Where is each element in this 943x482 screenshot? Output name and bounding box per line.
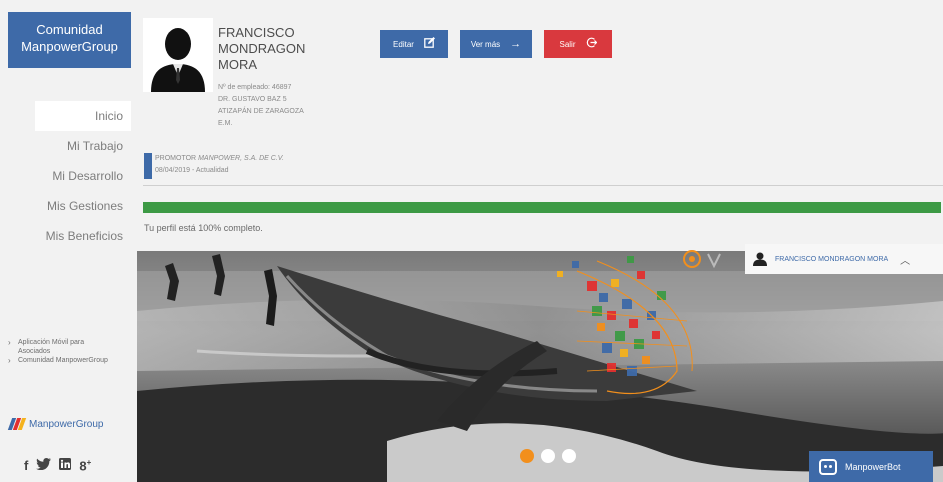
nav-item-mi-trabajo[interactable]: Mi Trabajo	[0, 131, 131, 161]
employee-number: Nº de empleado: 46897	[218, 84, 292, 91]
nav-item-mis-beneficios[interactable]: Mis Beneficios	[0, 221, 131, 251]
linkedin-icon[interactable]	[59, 458, 72, 473]
user-icon	[753, 252, 767, 266]
logo-text: ManpowerGroup	[29, 418, 104, 430]
chevron-right-icon: ›	[8, 356, 11, 365]
carousel-dots	[520, 449, 576, 463]
logout-icon	[586, 37, 597, 51]
address-line-3: E.M.	[218, 120, 233, 127]
nav-item-mi-desarrollo[interactable]: Mi Desarrollo	[0, 161, 131, 191]
address-line-1: DR. GUSTAVO BAZ 5	[218, 96, 287, 103]
link-app-movil[interactable]: › Aplicación Móvil para Asociados	[8, 338, 130, 356]
user-menu-name: FRANCISCO MONDRAGON MORA	[775, 255, 889, 263]
user-menu[interactable]: FRANCISCO MONDRAGON MORA ︿	[745, 244, 943, 274]
see-more-button-label: Ver más	[470, 39, 501, 49]
nav-item-inicio[interactable]: Inicio	[35, 101, 131, 131]
profile-details: Nº de empleado: 46897 DR. GUSTAVO BAZ 5 …	[218, 82, 304, 130]
twitter-icon[interactable]	[36, 458, 52, 473]
sidebar: Comunidad ManpowerGroup Inicio Mi Trabaj…	[0, 0, 131, 482]
company-line: PROMOTOR MANPOWER, S.A. DE C.V.	[155, 153, 284, 165]
address-line-2: ATIZAPÁN DE ZARAGOZA	[218, 108, 304, 115]
nav-item-mis-gestiones[interactable]: Mis Gestiones	[0, 191, 131, 221]
google-plus-icon[interactable]: 8+	[79, 458, 91, 473]
sidebar-links: › Aplicación Móvil para Asociados › Comu…	[8, 338, 130, 365]
avatar	[143, 18, 213, 92]
edit-button-label: Editar	[393, 39, 414, 49]
logout-button[interactable]: Salir	[544, 30, 612, 58]
arrow-right-icon: →	[510, 38, 522, 50]
user-silhouette-icon	[151, 28, 205, 92]
company-role: PROMOTOR	[155, 155, 197, 162]
profile-progress-bar	[143, 202, 941, 213]
hero-image	[137, 251, 943, 482]
profile-name: FRANCISCO MONDRAGON MORA	[218, 25, 338, 73]
carousel-dot-1[interactable]	[520, 449, 534, 463]
profile-name-line-2: MONDRAGON	[218, 41, 306, 56]
manpowerbot-label: ManpowerBot	[845, 461, 901, 472]
social-links: f 8+	[24, 458, 91, 473]
profile-name-line-3: MORA	[218, 57, 257, 72]
chatbot-icon	[819, 458, 837, 475]
profile-progress-text: Tu perfil está 100% completo.	[144, 223, 263, 233]
chat-bubbles-icon[interactable]	[678, 248, 728, 272]
manpowerbot-button[interactable]: ManpowerBot	[809, 451, 933, 482]
facebook-icon[interactable]: f	[24, 458, 28, 473]
profile-progress-fill	[143, 202, 941, 213]
company-name: MANPOWER, S.A. DE C.V.	[198, 155, 284, 162]
link-comunidad[interactable]: › Comunidad ManpowerGroup	[8, 356, 130, 365]
brand-line-1: Comunidad	[36, 22, 103, 37]
company-info: PROMOTOR MANPOWER, S.A. DE C.V. 08/04/20…	[144, 153, 284, 179]
link-app-movil-label: Aplicación Móvil para Asociados	[18, 339, 85, 355]
profile-name-line-1: FRANCISCO	[218, 25, 295, 40]
chevron-right-icon: ›	[8, 338, 11, 347]
brand-box[interactable]: Comunidad ManpowerGroup	[8, 12, 131, 68]
edit-button[interactable]: Editar	[380, 30, 448, 58]
hero-carousel[interactable]	[137, 251, 943, 482]
brand-line-2: ManpowerGroup	[21, 39, 118, 54]
divider	[143, 185, 943, 186]
logout-button-label: Salir	[559, 39, 576, 49]
carousel-dot-3[interactable]	[562, 449, 576, 463]
company-period: 08/04/2019 - Actualidad	[155, 167, 229, 174]
see-more-button[interactable]: Ver más →	[460, 30, 532, 58]
sidebar-nav: Inicio Mi Trabajo Mi Desarrollo Mis Gest…	[0, 101, 131, 251]
carousel-dot-2[interactable]	[541, 449, 555, 463]
chevron-up-icon: ︿	[900, 255, 911, 267]
manpowergroup-logo[interactable]: ManpowerGroup	[7, 418, 104, 430]
edit-icon	[424, 37, 435, 51]
logo-mark-icon	[7, 418, 27, 430]
main-panel: FRANCISCO MONDRAGON MORA Nº de empleado:…	[131, 0, 943, 482]
link-comunidad-label: Comunidad ManpowerGroup	[18, 357, 108, 364]
